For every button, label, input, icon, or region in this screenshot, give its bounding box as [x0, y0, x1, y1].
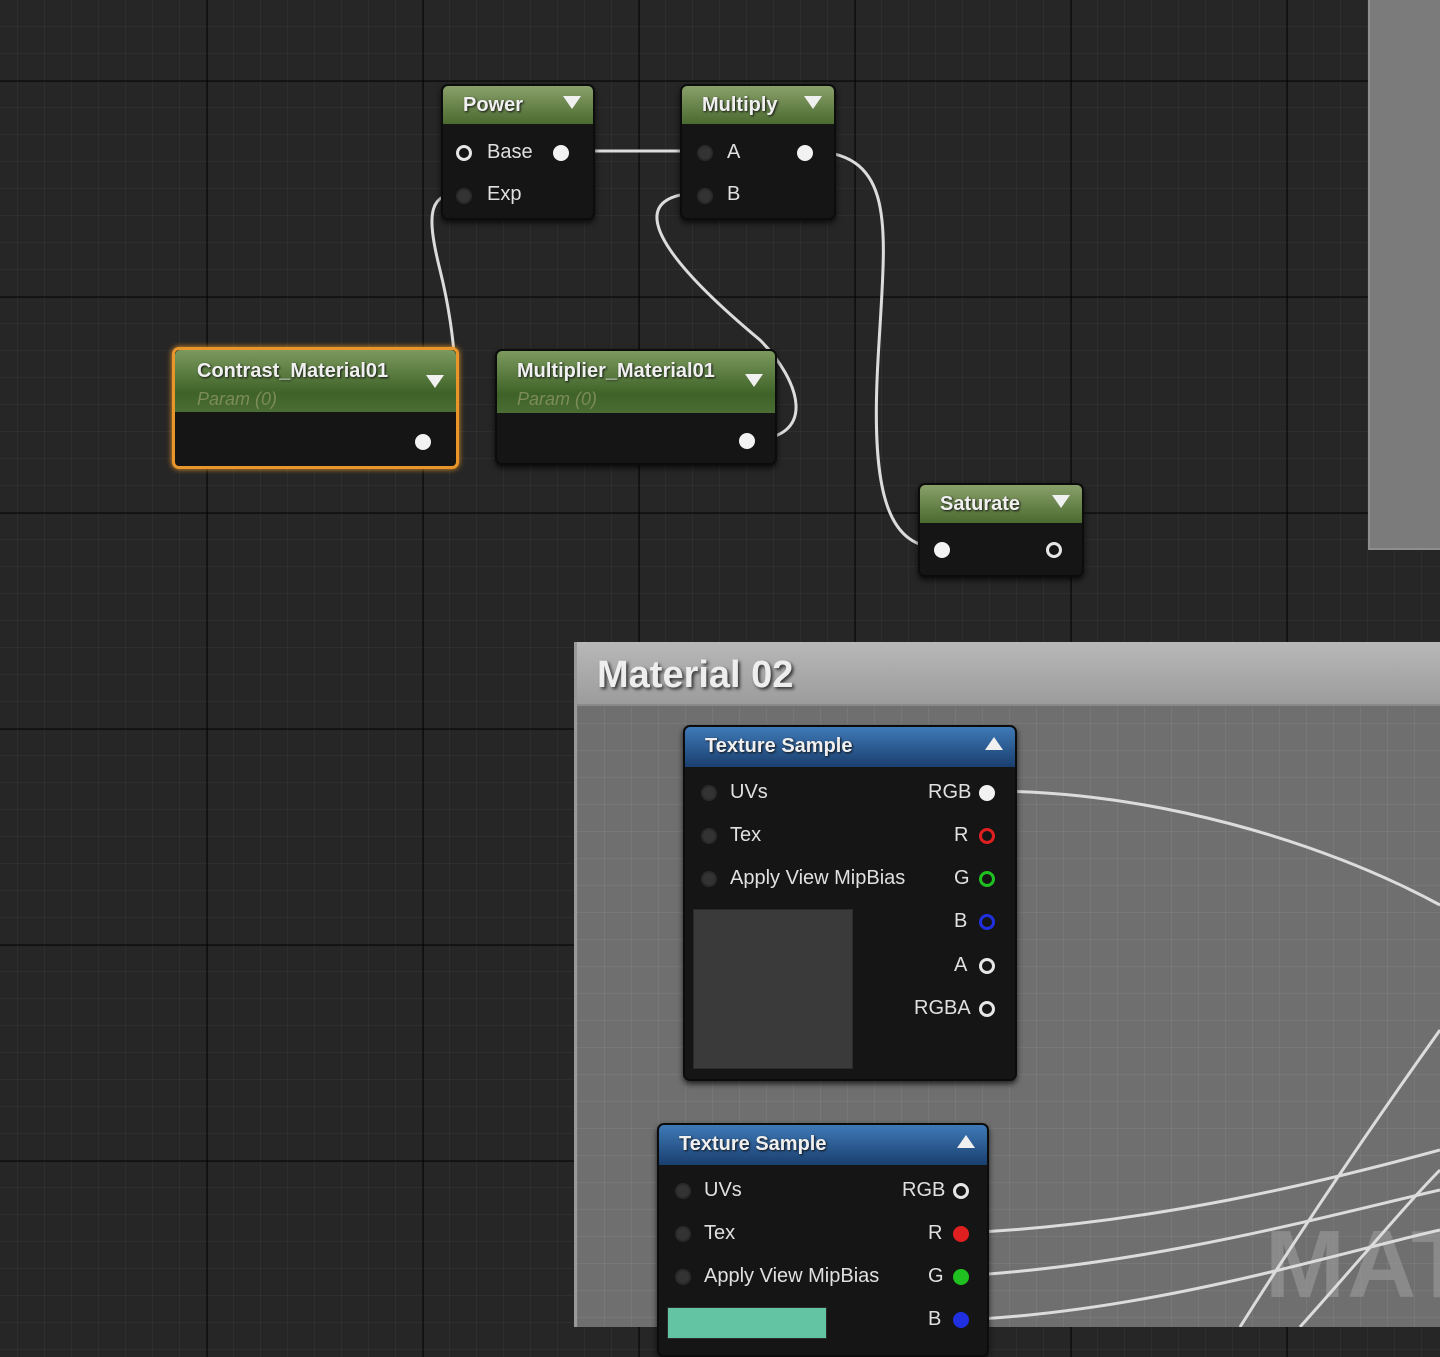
rgba-output-pin[interactable]	[979, 1001, 995, 1017]
a-output-pin[interactable]	[979, 958, 995, 974]
texture-sample-2-title: Texture Sample	[679, 1133, 827, 1155]
uvs-input-label: UVs	[704, 1179, 742, 1201]
wire-g-out-2	[959, 1188, 1440, 1278]
collapse-arrow-icon[interactable]	[804, 96, 822, 109]
mipbias-input-pin[interactable]	[675, 1269, 691, 1285]
saturate-output-pin[interactable]	[1046, 542, 1062, 558]
multiply-output-pin[interactable]	[797, 145, 813, 161]
collapse-arrow-up-icon[interactable]	[985, 737, 1003, 750]
multiplier-output-pin[interactable]	[739, 433, 755, 449]
uvs-input-pin[interactable]	[701, 785, 717, 801]
wire-cross-b	[1298, 1168, 1440, 1327]
texture-sample-1-title: Texture Sample	[705, 735, 853, 757]
texture-preview-2[interactable]	[667, 1307, 827, 1339]
contrast-node-title: Contrast_Material01	[197, 360, 389, 382]
g-output-label: G	[928, 1265, 944, 1287]
g-output-pin[interactable]	[979, 871, 995, 887]
r-output-pin[interactable]	[953, 1226, 969, 1242]
tex-input-pin[interactable]	[675, 1226, 691, 1242]
multiplier-node-subtitle: Param (0)	[517, 389, 598, 409]
rgba-output-label: RGBA	[914, 997, 971, 1019]
g-output-label: G	[954, 867, 970, 889]
multiply-node[interactable]: Multiply A B	[680, 84, 836, 220]
uvs-input-label: UVs	[730, 781, 768, 803]
tex-input-pin[interactable]	[701, 828, 717, 844]
texture-sample-node-2[interactable]: Texture Sample UVs Tex Apply View MipBia…	[657, 1123, 989, 1357]
exp-input-label: Exp	[487, 183, 522, 205]
a-output-label: A	[954, 954, 968, 976]
collapse-arrow-icon[interactable]	[1052, 495, 1070, 508]
r-output-label: R	[928, 1222, 943, 1244]
texture-sample-1-header[interactable]: Texture Sample	[685, 727, 1015, 767]
rgb-output-pin[interactable]	[979, 785, 995, 801]
tex-input-label: Tex	[730, 824, 762, 846]
contrast-node-subtitle: Param (0)	[197, 389, 278, 409]
power-node-header[interactable]: Power	[443, 86, 593, 124]
collapse-arrow-icon[interactable]	[426, 375, 444, 388]
base-input-label: Base	[487, 141, 533, 163]
saturate-node[interactable]: Saturate	[918, 483, 1084, 577]
a-input-pin[interactable]	[697, 145, 713, 161]
saturate-node-title: Saturate	[940, 493, 1021, 515]
rgb-output-pin[interactable]	[953, 1183, 969, 1199]
b-output-pin[interactable]	[979, 914, 995, 930]
power-node-title: Power	[463, 94, 524, 116]
contrast-node-header[interactable]: Contrast_Material01 Param (0)	[175, 350, 456, 412]
mipbias-input-label: Apply View MipBias	[704, 1265, 880, 1287]
r-output-label: R	[954, 824, 969, 846]
b-input-pin[interactable]	[697, 188, 713, 204]
multiplier-material-node[interactable]: Multiplier_Material01 Param (0)	[495, 349, 777, 465]
texture-sample-node-1[interactable]: Texture Sample UVs Tex Apply View MipBia…	[683, 725, 1017, 1081]
power-node[interactable]: Power Base Exp	[441, 84, 595, 220]
saturate-input-pin[interactable]	[934, 542, 950, 558]
b-output-label: B	[928, 1308, 942, 1330]
b-input-label: B	[727, 183, 741, 205]
wire-rgb-out-1	[987, 789, 1440, 907]
multiply-node-title: Multiply	[702, 94, 778, 116]
mipbias-input-label: Apply View MipBias	[730, 867, 906, 889]
uvs-input-pin[interactable]	[675, 1183, 691, 1199]
wire-r-out-2	[959, 1148, 1440, 1235]
multiplier-node-header[interactable]: Multiplier_Material01 Param (0)	[497, 351, 775, 413]
collapse-arrow-icon[interactable]	[745, 374, 763, 387]
rgb-output-label: RGB	[928, 781, 972, 803]
rgb-output-label: RGB	[902, 1179, 946, 1201]
b-output-label: B	[954, 910, 968, 932]
r-output-pin[interactable]	[979, 828, 995, 844]
base-input-pin[interactable]	[456, 145, 472, 161]
contrast-material-node[interactable]: Contrast_Material01 Param (0)	[172, 347, 459, 469]
saturate-node-header[interactable]: Saturate	[920, 485, 1082, 523]
contrast-output-pin[interactable]	[415, 434, 431, 450]
tex-input-label: Tex	[704, 1222, 736, 1244]
collapse-arrow-icon[interactable]	[563, 96, 581, 109]
multiply-node-header[interactable]: Multiply	[682, 86, 834, 124]
g-output-pin[interactable]	[953, 1269, 969, 1285]
a-input-label: A	[727, 141, 741, 163]
texture-sample-2-header[interactable]: Texture Sample	[659, 1125, 987, 1165]
multiplier-node-title: Multiplier_Material01	[517, 360, 715, 382]
collapse-arrow-up-icon[interactable]	[957, 1135, 975, 1148]
exp-input-pin[interactable]	[456, 188, 472, 204]
mipbias-input-pin[interactable]	[701, 871, 717, 887]
texture-preview-1[interactable]	[693, 909, 853, 1069]
power-output-pin[interactable]	[553, 145, 569, 161]
b-output-pin[interactable]	[953, 1312, 969, 1328]
